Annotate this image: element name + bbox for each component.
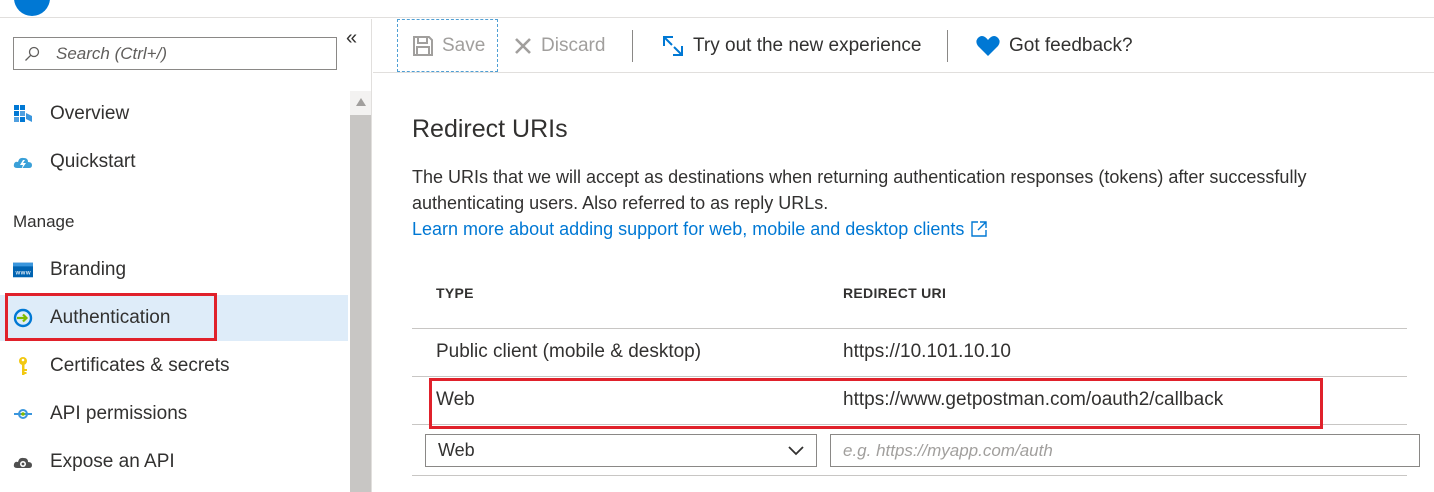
sidebar-item-label: Certificates & secrets: [50, 355, 230, 376]
sidebar-item-certificates[interactable]: Certificates & secrets: [0, 343, 348, 389]
table-header: TYPE REDIRECT URI: [412, 265, 1407, 329]
sidebar-item-api-permissions[interactable]: API permissions: [0, 391, 348, 437]
sidebar: « Overview Quickstart Manage ww: [0, 19, 372, 492]
sidebar-item-label: Branding: [50, 259, 127, 280]
sidebar-item-label: Expose an API: [50, 451, 175, 472]
sidebar-item-branding[interactable]: www Branding: [0, 247, 348, 293]
cloud-gear-icon: [12, 451, 34, 473]
redirect-uris-section: Redirect URIs The URIs that we will acce…: [412, 115, 1412, 242]
chevron-down-icon: [788, 446, 804, 456]
sidebar-item-authentication[interactable]: Authentication: [0, 295, 348, 341]
sidebar-item-quickstart[interactable]: Quickstart: [0, 139, 348, 185]
main-panel: Save Discard Try out the new experience …: [373, 19, 1434, 492]
learn-more-label: Learn more about adding support for web,…: [412, 219, 965, 239]
sidebar-item-expose-api[interactable]: Expose an API: [0, 439, 348, 485]
permissions-icon: [12, 403, 34, 425]
column-header-redirect-uri: REDIRECT URI: [843, 285, 947, 301]
section-description: The URIs that we will accept as destinat…: [412, 167, 1307, 213]
cell-type: Public client (mobile & desktop): [436, 341, 702, 362]
command-bar: Save Discard Try out the new experience …: [373, 19, 1434, 73]
try-new-experience-button[interactable]: Try out the new experience: [661, 19, 921, 72]
table-row[interactable]: Public client (mobile & desktop) https:/…: [412, 329, 1407, 377]
type-dropdown[interactable]: Web: [425, 434, 817, 467]
discard-button[interactable]: Discard: [513, 19, 605, 72]
sidebar-item-label: API permissions: [50, 403, 188, 424]
scrollbar-thumb[interactable]: [350, 115, 371, 492]
cell-type: Web: [436, 389, 475, 410]
toolbar-divider: [632, 30, 633, 62]
feedback-label: Got feedback?: [1009, 34, 1133, 56]
feedback-button[interactable]: Got feedback?: [975, 19, 1133, 72]
sidebar-item-label: Quickstart: [50, 151, 136, 172]
top-bar: [0, 0, 1434, 18]
svg-text:www: www: [15, 270, 31, 277]
type-dropdown-value: Web: [438, 440, 475, 460]
redirect-uri-input[interactable]: [830, 434, 1420, 467]
cell-uri: https://www.getpostman.com/oauth2/callba…: [843, 389, 1224, 410]
sidebar-item-overview[interactable]: Overview: [0, 91, 348, 137]
cell-uri: https://10.101.10.10: [843, 341, 1011, 362]
www-icon: www: [12, 259, 34, 281]
section-title: Redirect URIs: [412, 115, 568, 143]
grid-icon: [12, 103, 34, 125]
search-icon: [25, 46, 40, 61]
search-input[interactable]: [56, 43, 326, 64]
save-icon: [413, 35, 433, 56]
try-new-experience-label: Try out the new experience: [693, 34, 922, 56]
sidebar-item-label: Authentication: [50, 307, 171, 328]
auth-arrow-icon: [12, 307, 34, 329]
sidebar-scrollbar[interactable]: [350, 91, 371, 492]
cloud-bolt-icon: [12, 151, 34, 173]
section-manage-label: Manage: [13, 212, 75, 231]
save-label: Save: [442, 34, 486, 56]
sidebar-search[interactable]: [13, 37, 337, 70]
redirect-uri-table: TYPE REDIRECT URI Public client (mobile …: [412, 265, 1420, 476]
table-row[interactable]: Web https://www.getpostman.com/oauth2/ca…: [412, 377, 1407, 425]
portal-logo-icon: [14, 0, 50, 16]
learn-more-link[interactable]: Learn more about adding support for web,…: [412, 216, 988, 242]
collapse-sidebar-icon[interactable]: «: [346, 27, 357, 50]
key-icon: [12, 355, 34, 377]
close-icon: [515, 37, 531, 54]
swap-arrows-icon: [663, 35, 683, 56]
column-header-type: TYPE: [436, 285, 474, 301]
sidebar-item-label: Overview: [50, 103, 130, 124]
external-link-icon: [971, 221, 988, 237]
scroll-up-arrow-icon[interactable]: [350, 91, 371, 113]
discard-label: Discard: [541, 34, 606, 56]
toolbar-divider: [947, 30, 948, 62]
new-redirect-row: Web: [412, 426, 1420, 476]
heart-icon: [976, 35, 1000, 56]
save-button[interactable]: Save: [397, 19, 498, 72]
